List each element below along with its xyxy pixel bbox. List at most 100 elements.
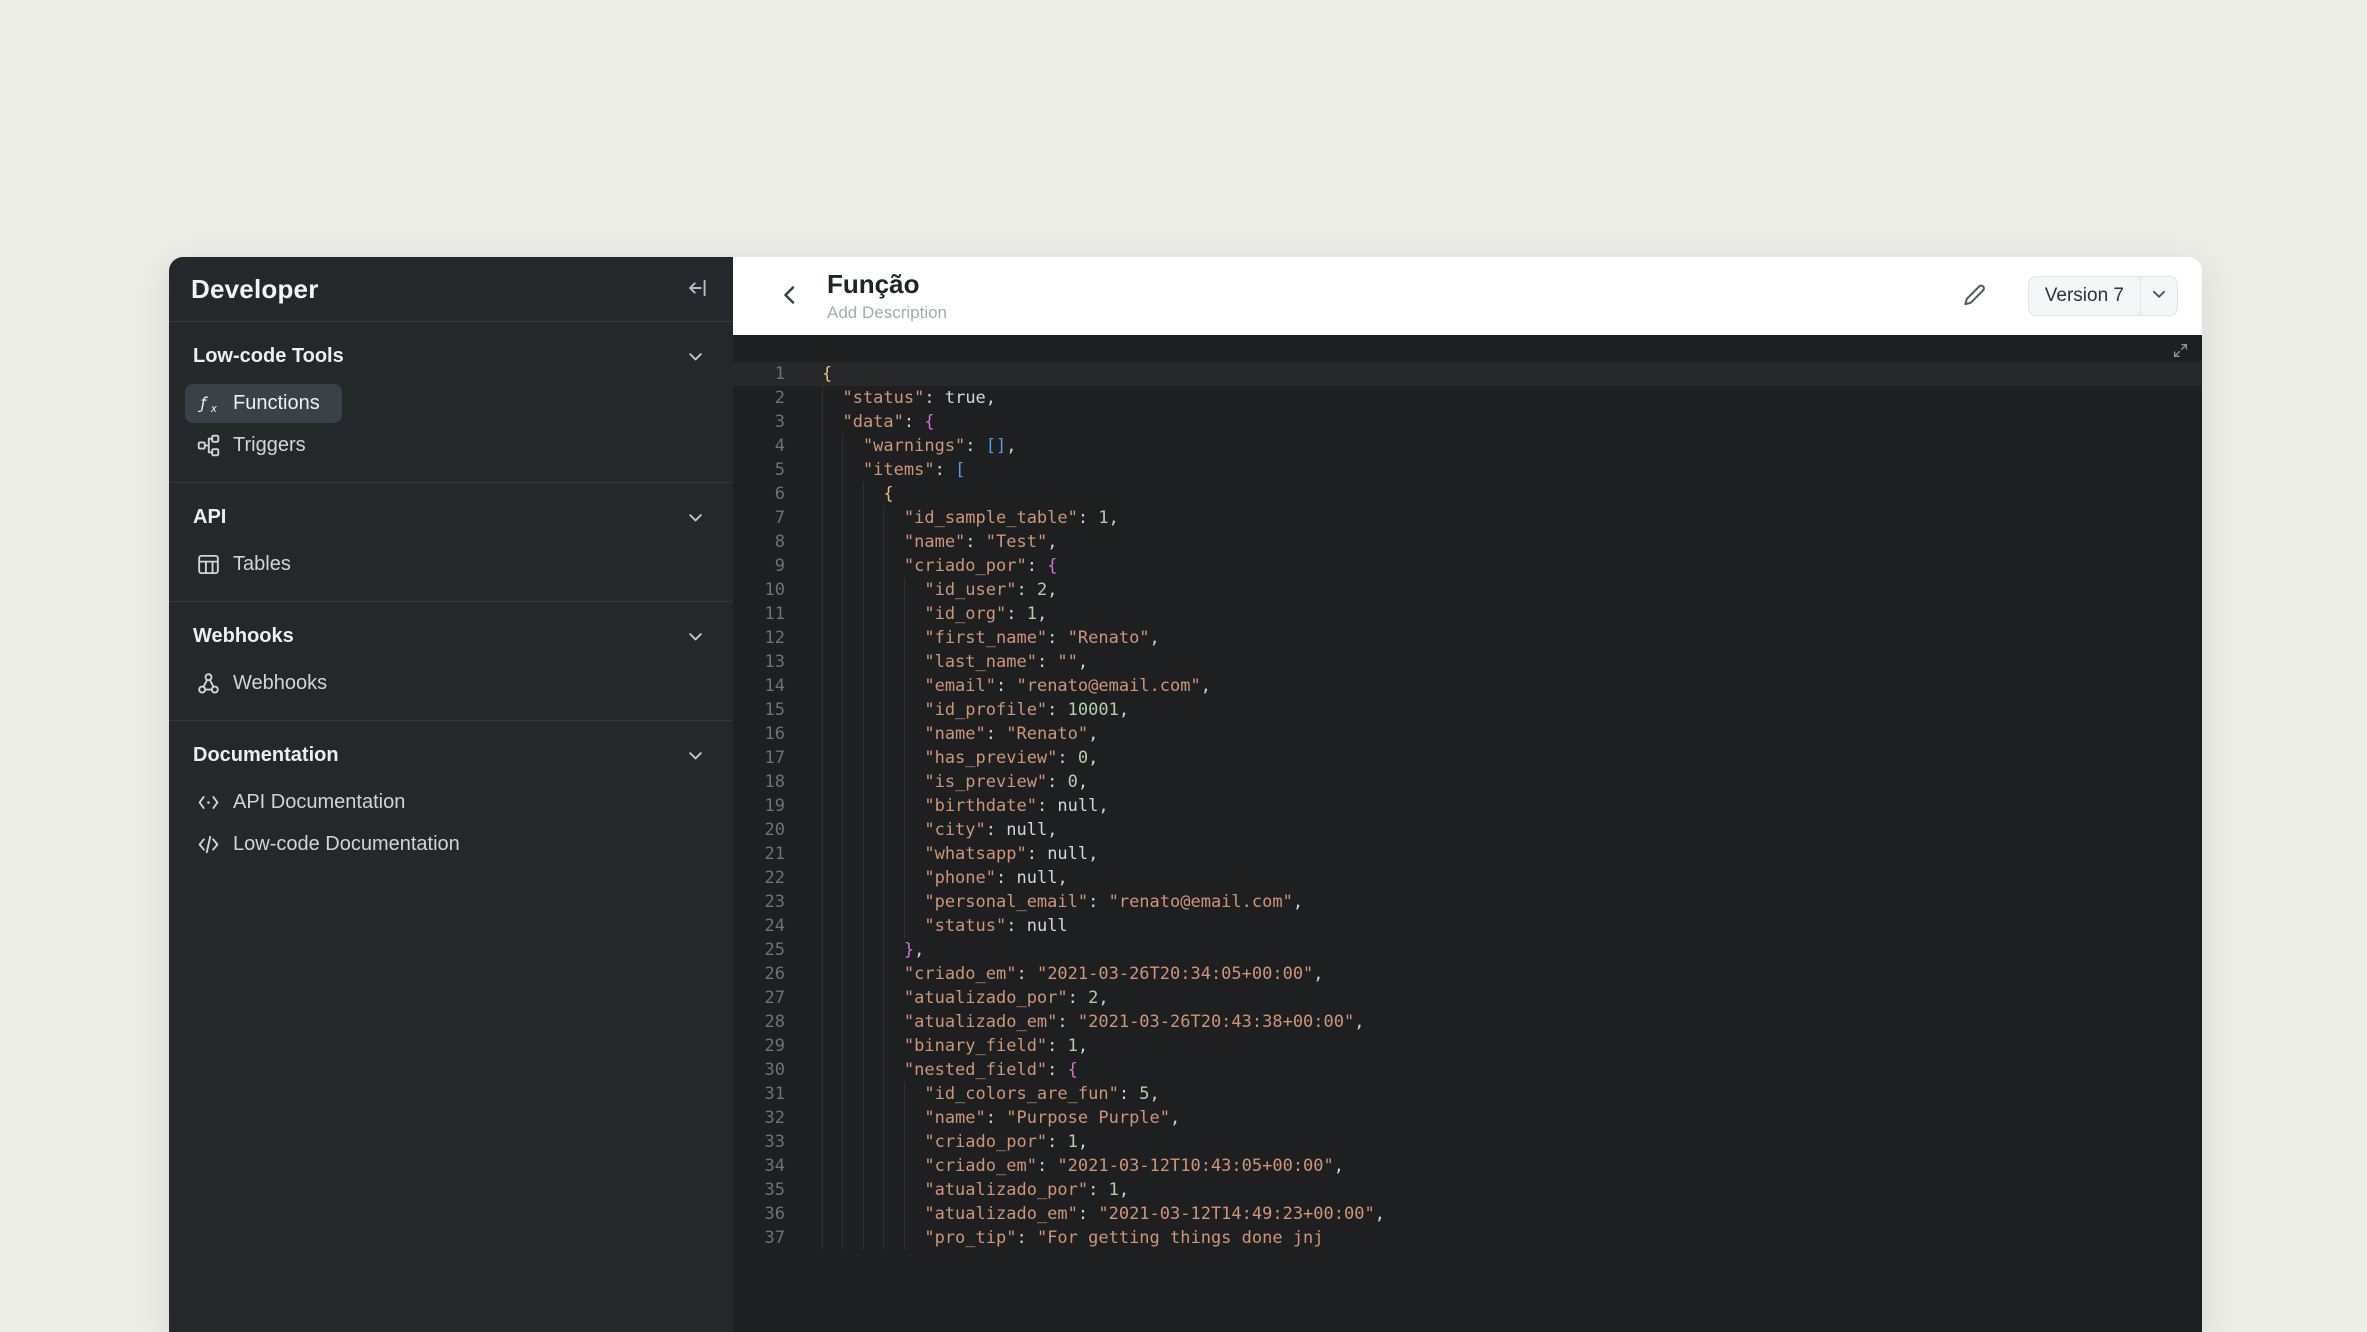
section-header-documentation[interactable]: Documentation [185,731,717,780]
indent-guide [883,626,903,650]
line-number: 30 [733,1058,785,1082]
indent-guide [822,914,842,938]
indent-guide [842,1226,862,1250]
indent-guide [822,506,842,530]
line-number: 2 [733,386,785,410]
indent-guide [842,1082,862,1106]
version-label: Version 7 [2029,285,2140,307]
sidebar-section-low-code-tools: Low-code ToolsƒxFunctionsTriggers [169,321,733,482]
sidebar: Developer Low-code ToolsƒxFunctionsTrigg… [169,257,733,1332]
section-header-low-code-tools[interactable]: Low-code Tools [185,332,717,381]
indent-guide [842,1178,862,1202]
code-line-content: "personal_email": "renato@email.com", [822,890,1303,914]
code-line: 22"phone": null, [733,866,2202,890]
line-number: 3 [733,410,785,434]
line-number: 31 [733,1082,785,1106]
line-number: 34 [733,1154,785,1178]
code-line: 36"atualizado_em": "2021-03-12T14:49:23+… [733,1202,2202,1226]
indent-guide [842,794,862,818]
code-line: 7"id_sample_table": 1, [733,506,2202,530]
indent-guide [863,698,883,722]
indent-guide [863,1154,883,1178]
indent-guide [904,1178,924,1202]
indent-guide [842,698,862,722]
sidebar-item-low-code-documentation[interactable]: Low-code Documentation [185,825,482,864]
editor-expand-button[interactable] [2170,340,2194,364]
indent-guide [842,1154,862,1178]
code-line-content: "criado_por": 1, [822,1130,1088,1154]
code-line-content: "items": [ [822,458,965,482]
indent-guide [883,818,903,842]
code-line: 11"id_org": 1, [733,602,2202,626]
indent-guide [904,650,924,674]
indent-guide [822,986,842,1010]
code-line-content: "last_name": "", [822,650,1088,674]
line-number: 32 [733,1106,785,1130]
section-header-api[interactable]: API [185,493,717,542]
sidebar-item-api-documentation[interactable]: API Documentation [185,783,427,822]
code-line-content: "atualizado_em": "2021-03-26T20:43:38+00… [822,1010,1364,1034]
indent-guide [863,1010,883,1034]
indent-guide [863,866,883,890]
indent-guide [904,746,924,770]
code-line-content: "pro_tip": "For getting things done jnj [822,1226,1324,1250]
line-number: 4 [733,434,785,458]
code-line: 25}, [733,938,2202,962]
sidebar-item-webhooks[interactable]: Webhooks [185,664,349,703]
version-selector[interactable]: Version 7 [2028,276,2178,316]
line-number: 21 [733,842,785,866]
indent-guide [822,962,842,986]
sidebar-title: Developer [191,274,319,305]
indent-guide [863,938,883,962]
sidebar-item-triggers[interactable]: Triggers [185,426,328,465]
code-line: 6{ [733,482,2202,506]
sidebar-sections: Low-code ToolsƒxFunctionsTriggers APITabl… [169,321,733,881]
code-editor[interactable]: 1{2"status": true,3"data": {4"warnings":… [733,335,2202,1332]
indent-guide [842,602,862,626]
indent-guide [863,554,883,578]
section-header-webhooks[interactable]: Webhooks [185,612,717,661]
indent-guide [883,506,903,530]
code-line-content: "atualizado_por": 1, [822,1178,1129,1202]
code-line-content: "id_profile": 10001, [822,698,1129,722]
indent-guide [822,1202,842,1226]
indent-guide [863,1106,883,1130]
indent-guide [842,818,862,842]
indent-guide [863,746,883,770]
edit-button[interactable] [1956,277,1994,315]
app-window: Developer Low-code ToolsƒxFunctionsTrigg… [169,257,2202,1332]
code-line: 14"email": "renato@email.com", [733,674,2202,698]
indent-guide [863,1130,883,1154]
back-button[interactable] [773,279,807,313]
indent-guide [904,1154,924,1178]
indent-guide [822,674,842,698]
indent-guide [883,962,903,986]
function-header: Função Add Description Version 7 [733,257,2202,335]
indent-guide [842,482,862,506]
indent-guide [904,674,924,698]
indent-guide [842,1058,862,1082]
title-block: Função Add Description [827,269,947,323]
add-description-link[interactable]: Add Description [827,303,947,323]
code-line: 5"items": [ [733,458,2202,482]
indent-guide [822,1010,842,1034]
indent-guide [842,1130,862,1154]
sidebar-item-functions[interactable]: ƒxFunctions [185,384,342,423]
code-line-content: "name": "Test", [822,530,1057,554]
svg-text:ƒ: ƒ [197,394,208,413]
indent-guide [842,434,862,458]
indent-guide [842,458,862,482]
code-line: 18"is_preview": 0, [733,770,2202,794]
indent-guide [863,770,883,794]
code-line-content: "name": "Purpose Purple", [822,1106,1180,1130]
indent-guide [863,530,883,554]
version-dropdown-toggle[interactable] [2141,285,2177,308]
collapse-sidebar-button[interactable] [683,274,713,304]
indent-guide [863,1178,883,1202]
sidebar-item-tables[interactable]: Tables [185,545,313,584]
indent-guide [904,698,924,722]
code-line: 24"status": null [733,914,2202,938]
code-line: 23"personal_email": "renato@email.com", [733,890,2202,914]
code-line-content: "id_org": 1, [822,602,1047,626]
indent-guide [842,914,862,938]
